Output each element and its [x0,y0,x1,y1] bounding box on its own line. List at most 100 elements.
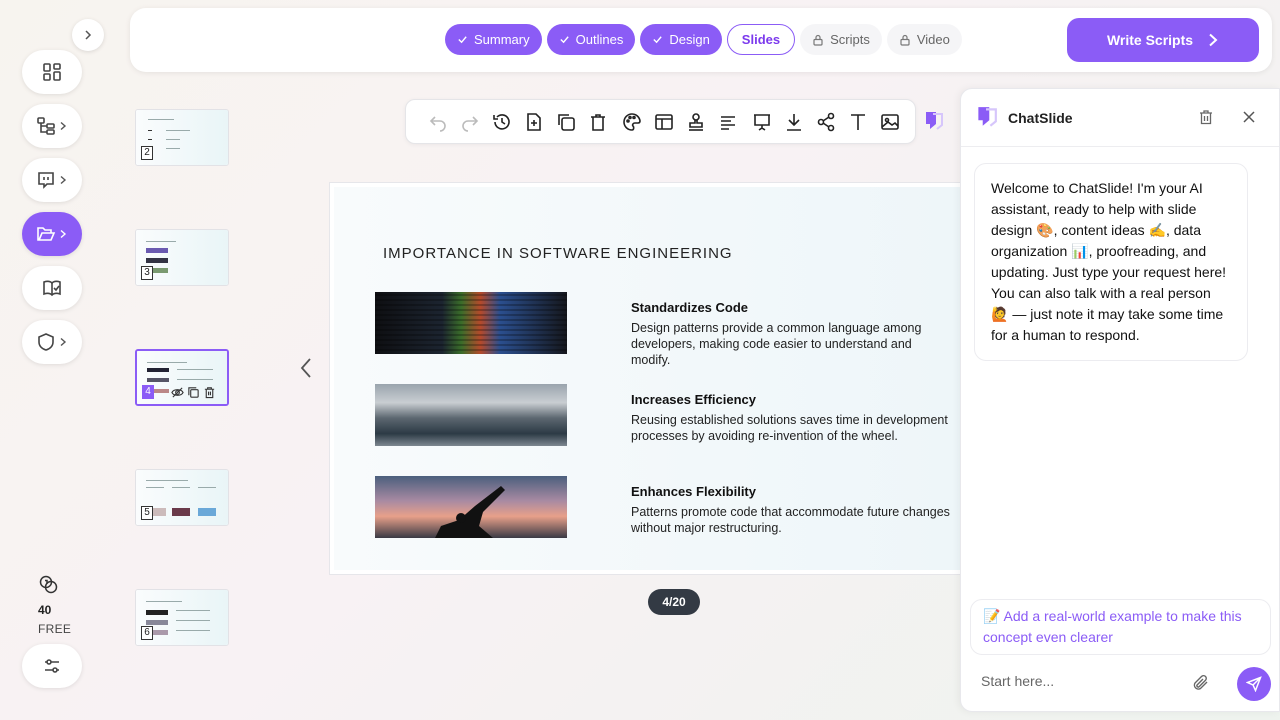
expand-sidebar-button[interactable] [72,19,104,51]
item-text[interactable]: Patterns promote code that accommodate f… [631,504,951,536]
stamp-button[interactable] [680,106,712,138]
duplicate-icon[interactable] [187,386,200,399]
add-page-button[interactable] [518,106,550,138]
text-icon [851,113,865,130]
step-label: Slides [741,32,781,47]
yoga-silhouette-image[interactable] [375,476,567,538]
step-label: Outlines [575,32,624,47]
share-icon [817,112,835,131]
slide-canvas[interactable]: IMPORTANCE IN SOFTWARE ENGINEERING Stand… [329,182,969,575]
suggestion-chip[interactable]: 📝 Add a real-world example to make this … [970,599,1271,655]
delete-page-button[interactable] [582,106,614,138]
projects-button[interactable] [22,212,82,256]
page-indicator: 4/20 [648,589,700,615]
present-icon [754,113,770,131]
send-icon [1246,676,1262,692]
folder-open-icon [37,227,56,241]
chevron-right-icon [60,337,67,347]
slide-number: 3 [141,266,153,280]
download-button[interactable] [778,106,810,138]
add-page-icon [527,112,541,131]
step-scripts[interactable]: Scripts [800,24,882,55]
structure-button[interactable] [22,104,82,148]
step-design[interactable]: Design [640,24,722,55]
delete-icon [591,113,605,131]
chat-panel: ChatSlide Welcome to ChatSlide! I'm your… [960,88,1280,712]
share-button[interactable] [810,106,842,138]
add-image-button[interactable] [874,106,906,138]
history-icon [493,113,510,130]
chat-title: ChatSlide [1008,110,1073,126]
security-button[interactable] [22,320,82,364]
layout-icon [655,113,673,130]
chatslide-logo-icon [978,107,997,127]
paperclip-icon[interactable] [1192,674,1210,692]
redo-button[interactable] [454,106,486,138]
undo-icon [429,115,446,132]
chat-input[interactable] [981,673,1181,689]
align-button[interactable] [712,106,744,138]
layout-button[interactable] [648,106,680,138]
redo-icon [462,115,479,132]
shield-icon [38,333,54,351]
download-icon [787,113,801,131]
dashboard-button[interactable] [22,50,82,94]
check-icon [559,36,569,44]
step-label: Video [916,32,950,47]
delete-icon[interactable] [203,386,216,399]
clear-chat-icon[interactable] [1198,109,1214,125]
duplicate-icon [558,113,575,131]
thumbnail-actions [171,386,216,399]
slide-number: 6 [141,626,153,640]
credits-display[interactable]: 40 FREE [22,574,82,636]
theme-button[interactable] [616,106,648,138]
previous-slide-icon[interactable] [298,356,314,380]
credits-value: 40 [38,603,52,617]
slide-thumbnail[interactable]: 6 [135,589,229,646]
item-heading[interactable]: Increases Efficiency [631,392,756,407]
item-heading[interactable]: Standardizes Code [631,300,748,315]
settings-button[interactable] [22,644,82,688]
slide-thumbnail[interactable]: 3 [135,229,229,286]
slide-number: 4 [142,385,154,399]
item-text[interactable]: Design patterns provide a common languag… [631,320,951,368]
close-icon[interactable] [1242,110,1256,124]
duplicate-page-button[interactable] [550,106,582,138]
slide-thumbnail[interactable]: 2 [135,109,229,166]
hide-icon[interactable] [171,386,184,399]
lock-icon [900,34,910,46]
chat-header: ChatSlide [961,89,1279,147]
chatslide-logo-icon[interactable] [922,110,944,132]
chat-bubble-icon [38,172,54,189]
chevron-right-icon [85,30,92,40]
chevron-right-icon [60,229,67,239]
image-icon [881,113,899,130]
stamp-icon [689,112,703,131]
workflow-steps: Summary Outlines Design Slides Scripts V… [445,24,962,55]
send-button[interactable] [1237,667,1271,701]
step-outlines[interactable]: Outlines [546,24,636,55]
history-button[interactable] [486,106,518,138]
undo-button[interactable] [422,106,454,138]
slide-thumbnail[interactable]: 5 [135,469,229,526]
library-button[interactable] [22,266,82,310]
item-text[interactable]: Reusing established solutions saves time… [631,412,951,444]
write-scripts-button[interactable]: Write Scripts [1067,18,1259,62]
slide-thumbnail-current[interactable]: 4 [135,349,229,406]
chevron-right-icon [60,121,67,131]
factory-image[interactable] [375,384,567,446]
slide-title[interactable]: IMPORTANCE IN SOFTWARE ENGINEERING [383,245,733,262]
chevron-right-icon [1209,33,1218,47]
add-text-button[interactable] [842,106,874,138]
step-video[interactable]: Video [886,24,962,55]
step-slides[interactable]: Slides [726,24,796,55]
item-heading[interactable]: Enhances Flexibility [631,484,756,499]
step-summary[interactable]: Summary [445,24,542,55]
coins-icon [39,575,58,594]
feedback-button[interactable] [22,158,82,202]
present-button[interactable] [746,106,778,138]
top-bar: Summary Outlines Design Slides Scripts V… [130,8,1272,72]
align-icon [721,115,735,130]
code-screen-image[interactable] [375,292,567,354]
slide-number: 2 [141,146,153,160]
